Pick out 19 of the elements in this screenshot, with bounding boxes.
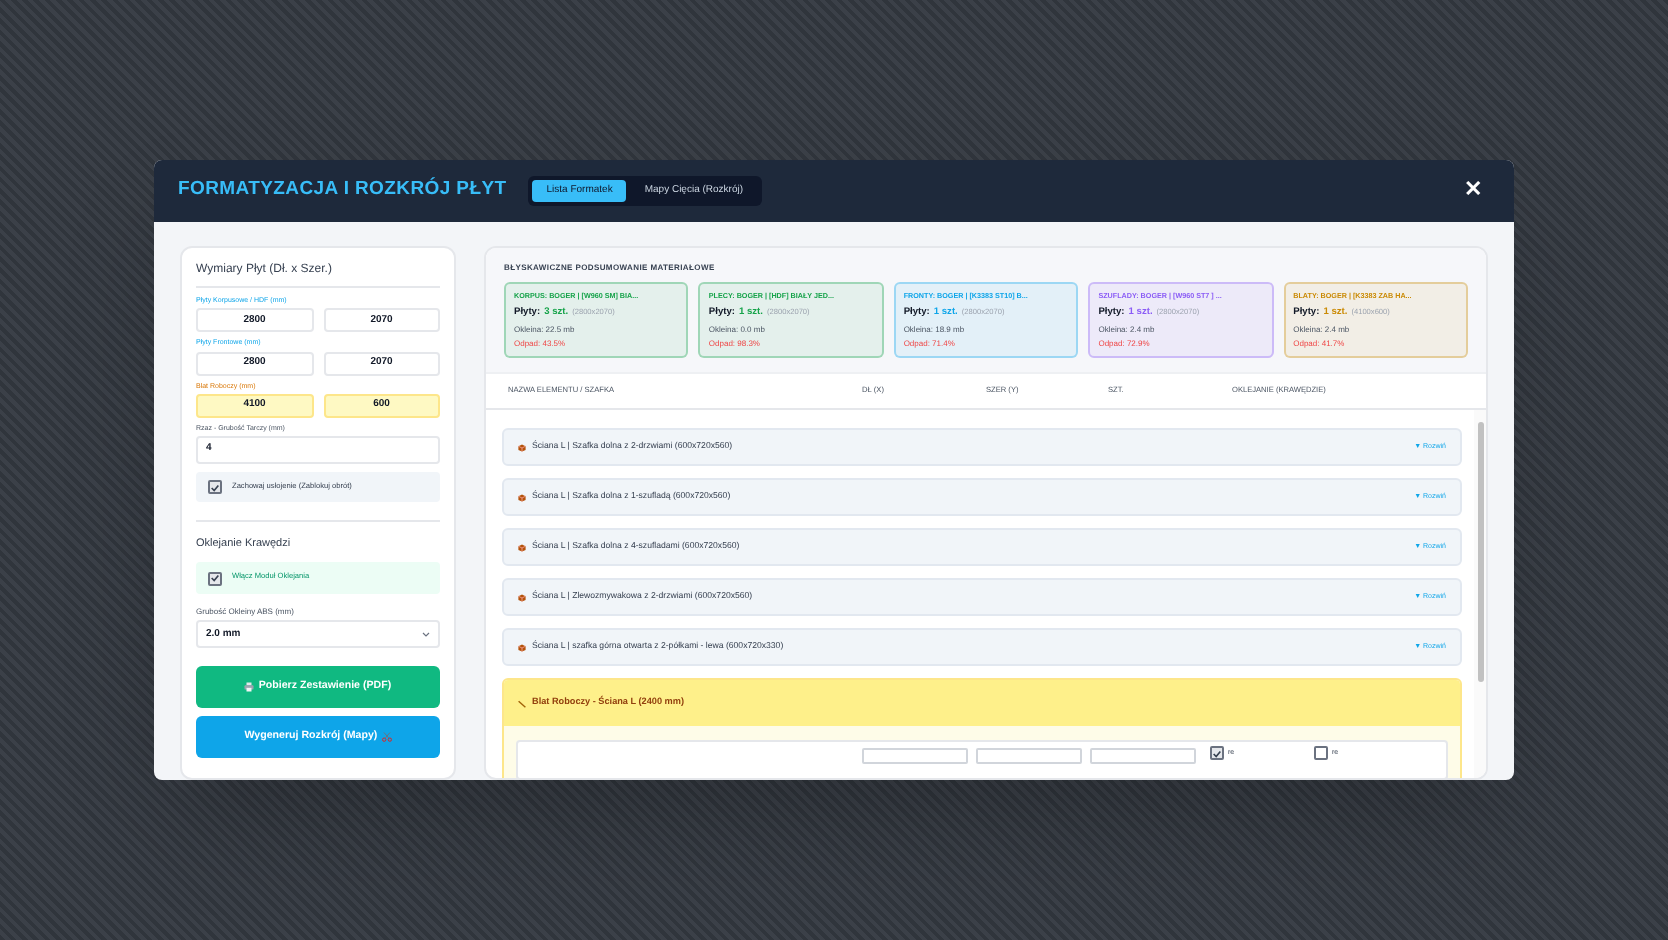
input-field[interactable]: [1090, 748, 1196, 764]
checkbox[interactable]: [208, 571, 222, 586]
checkbox[interactable]: [1210, 746, 1224, 760]
checkbox[interactable]: [208, 480, 222, 494]
close-button[interactable]: ✕: [1464, 174, 1482, 208]
printer-icon: [244, 682, 255, 693]
box-icon: [518, 443, 526, 451]
box-icon: [518, 493, 526, 501]
box-icon: [518, 643, 526, 651]
window-title: FORMATYZACJA I ROZKRÓJ PŁYT: [178, 176, 507, 205]
box-icon: [518, 543, 526, 551]
chevron-icon: [422, 631, 430, 638]
input-field[interactable]: [976, 748, 1082, 764]
scissors-icon: [381, 732, 392, 743]
input-field[interactable]: [862, 748, 968, 764]
checkbox[interactable]: [1314, 746, 1328, 760]
box-icon: [518, 593, 526, 601]
scrollbar[interactable]: [1474, 410, 1486, 778]
pencil-icon: [518, 699, 526, 707]
